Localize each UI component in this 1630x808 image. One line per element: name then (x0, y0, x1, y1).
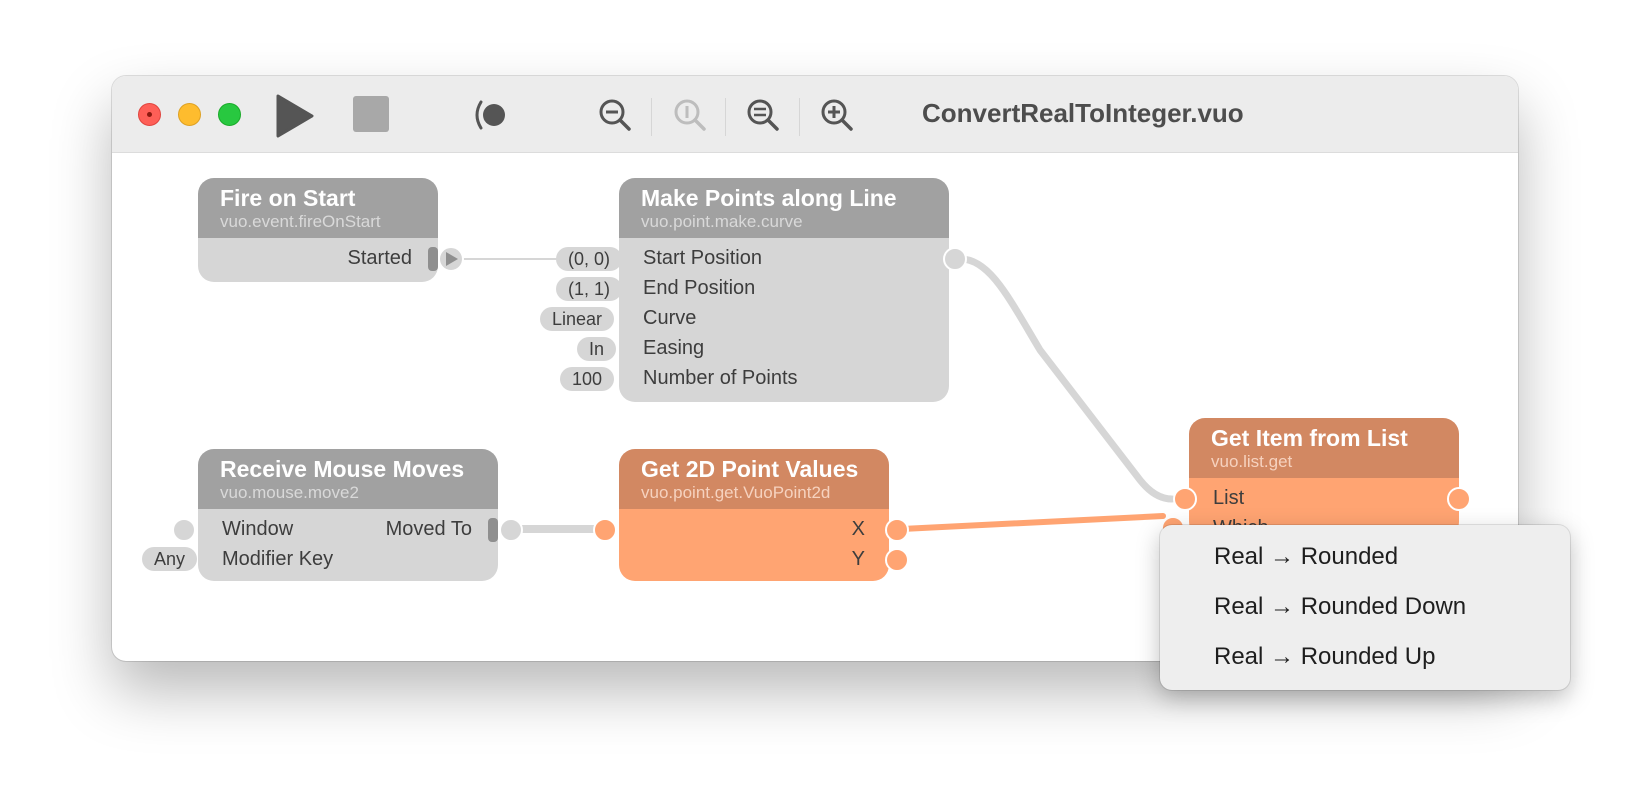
input-value-chip[interactable]: (0, 0) (556, 247, 623, 271)
close-button[interactable] (138, 103, 161, 126)
node-class-name: vuo.point.get.VuoPoint2d (641, 483, 831, 502)
input-port-label: Easing (643, 337, 705, 359)
stop-icon[interactable] (352, 95, 390, 133)
toolbar-divider (651, 98, 652, 136)
zoom-to-fit-icon[interactable] (746, 98, 780, 132)
output-port-x[interactable] (885, 518, 909, 542)
node-class-name: vuo.mouse.move2 (220, 483, 359, 502)
input-port-window[interactable] (172, 518, 196, 542)
output-port-label: Started (347, 247, 412, 269)
play-icon[interactable] (274, 94, 314, 138)
input-value-chip[interactable]: 100 (560, 367, 615, 391)
node-class-name: vuo.event.fireOnStart (220, 212, 381, 231)
document-title: ConvertRealToInteger.vuo (922, 98, 1244, 128)
input-port-label: Window (222, 518, 294, 540)
node-title: Make Points along Line (641, 185, 897, 211)
menu-item-real-rounded-down[interactable]: Real → Rounded Down (1214, 593, 1466, 621)
zoom-in-icon[interactable] (820, 98, 854, 132)
trigger-port-icon[interactable] (438, 246, 464, 272)
node-title: Fire on Start (220, 185, 356, 211)
output-port-list[interactable] (943, 247, 967, 271)
trigger-port-bar (488, 518, 498, 542)
toolbar-divider (725, 98, 726, 136)
toolbar-divider (799, 98, 800, 136)
input-port-label: Number of Points (643, 367, 798, 389)
input-port-label: Curve (643, 307, 697, 329)
node-class-name: vuo.point.make.curve (641, 212, 803, 231)
show-events-icon[interactable] (472, 100, 508, 130)
node-title: Receive Mouse Moves (220, 456, 465, 482)
input-value-chip[interactable]: Any (142, 547, 198, 571)
input-port-label: Modifier Key (222, 548, 334, 570)
node-fire-on-start[interactable]: Fire on Start vuo.event.fireOnStart Star… (198, 178, 464, 282)
zoom-out-icon[interactable] (598, 98, 632, 132)
output-port-item[interactable] (1447, 487, 1471, 511)
node-class-name: vuo.list.get (1211, 452, 1293, 471)
output-port-label: Y (851, 548, 865, 570)
output-port-moved-to[interactable] (499, 518, 523, 542)
node-receive-mouse-moves[interactable]: Receive Mouse Moves vuo.mouse.move2 Wind… (198, 449, 523, 581)
zoom-window-button[interactable] (218, 103, 241, 126)
node-title: Get 2D Point Values (641, 456, 859, 482)
node-make-points-along-line[interactable]: Make Points along Line vuo.point.make.cu… (619, 178, 967, 402)
output-port-y[interactable] (885, 548, 909, 572)
input-value-chip[interactable]: In (577, 337, 617, 361)
input-port-label: List (1213, 487, 1245, 509)
output-port-label: X (851, 518, 865, 540)
input-value-chip[interactable]: (1, 1) (556, 277, 623, 301)
input-port-label: Start Position (643, 247, 762, 269)
input-value-chip[interactable]: Linear (540, 307, 615, 331)
type-conversion-menu: Real → Rounded Real → Rounded Down Real … (1160, 525, 1570, 690)
output-port-label: Moved To (385, 518, 472, 540)
title-bar: ConvertRealToInteger.vuo (112, 76, 1518, 153)
menu-item-real-rounded[interactable]: Real → Rounded (1214, 543, 1398, 571)
input-port-label: End Position (643, 277, 756, 299)
trigger-port-bar (428, 247, 438, 271)
node-get-2d-point-values[interactable]: Get 2D Point Values vuo.point.get.VuoPoi… (593, 449, 909, 581)
node-get-item-from-list[interactable]: Get Item from List vuo.list.get List Whi… (1161, 418, 1471, 540)
menu-item-real-rounded-up[interactable]: Real → Rounded Up (1214, 643, 1435, 671)
node-title: Get Item from List (1211, 425, 1408, 451)
input-port-point[interactable] (593, 518, 617, 542)
zoom-actual-size-icon[interactable] (673, 98, 707, 132)
minimize-button[interactable] (178, 103, 201, 126)
input-port-list[interactable] (1173, 487, 1197, 511)
